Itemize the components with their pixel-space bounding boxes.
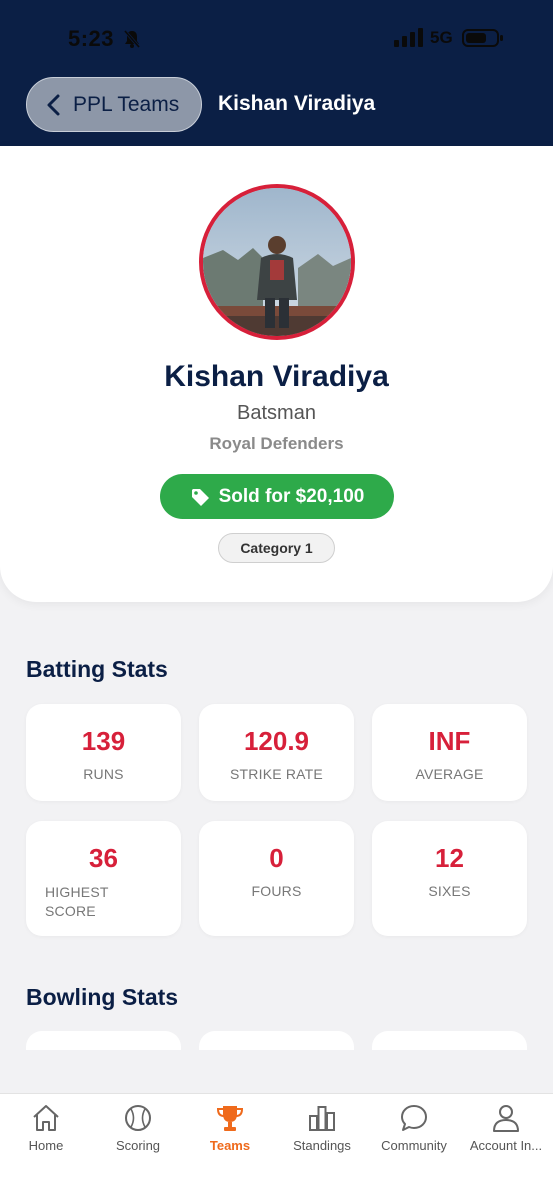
tab-account[interactable]: Account In... <box>460 1102 552 1162</box>
tab-label: Standings <box>293 1138 351 1153</box>
player-team: Royal Defenders <box>209 434 344 453</box>
player-photo <box>203 188 351 336</box>
stat-label: FOURS <box>251 883 302 899</box>
app-header: 5:23 5G PPL Teams Kishan Viradiya <box>0 0 553 146</box>
sold-price-badge: Sold for $20,100 <box>160 474 394 519</box>
back-button-label: PPL Teams <box>73 92 180 116</box>
tab-community[interactable]: Community <box>368 1102 460 1162</box>
trophy-icon <box>216 1106 244 1131</box>
stat-card-fours: 0 FOURS <box>199 821 354 936</box>
tab-label: Home <box>28 1138 64 1153</box>
player-profile-card: Kishan Viradiya Batsman Royal Defenders … <box>0 146 553 602</box>
stat-value: 12 <box>435 843 464 873</box>
price-tag-icon <box>191 488 209 506</box>
tab-teams[interactable]: Teams <box>184 1102 276 1162</box>
bowling-stats-title: Bowling Stats <box>26 984 179 1010</box>
player-name: Kishan Viradiya <box>164 360 389 393</box>
bar-chart-icon <box>309 1106 335 1131</box>
stat-value: 120.9 <box>243 726 310 756</box>
person-icon <box>493 1105 519 1132</box>
stat-label: SIXES <box>428 883 471 899</box>
stat-label: AVERAGE <box>415 766 484 782</box>
tab-label: Scoring <box>115 1138 161 1153</box>
player-role: Batsman <box>237 402 316 424</box>
batting-stats-title: Batting Stats <box>26 656 168 682</box>
player-avatar[interactable] <box>199 184 355 340</box>
stat-card-highest-score: 36 HIGHEST SCORE <box>26 821 181 936</box>
chevron-left-icon <box>47 94 60 115</box>
bottom-tab-bar: Home Scoring Teams Standings Community A… <box>0 1093 553 1200</box>
tab-label: Account In... <box>469 1138 543 1153</box>
stat-value: 0 <box>269 843 284 873</box>
stat-value: 36 <box>89 843 118 873</box>
baseball-icon <box>125 1105 151 1131</box>
bowling-stat-card <box>199 1031 354 1050</box>
stat-card-average: INF AVERAGE <box>372 704 527 801</box>
stat-card-strike-rate: 120.9 STRIKE RATE <box>199 704 354 801</box>
page-title: Kishan Viradiya <box>218 92 376 115</box>
back-button[interactable]: PPL Teams <box>26 77 202 132</box>
network-type: 5G <box>430 28 453 47</box>
stat-label: HIGHEST SCORE <box>45 884 109 919</box>
stat-value: INF <box>428 726 471 756</box>
tab-label: Community <box>381 1138 447 1153</box>
stat-value: 139 <box>81 726 126 756</box>
tab-home[interactable]: Home <box>0 1102 92 1162</box>
category-badge: Category 1 <box>218 533 335 563</box>
tab-label: Teams <box>209 1138 251 1153</box>
stat-label: STRIKE RATE <box>230 766 323 782</box>
sold-price-label: Sold for $20,100 <box>218 485 365 507</box>
battery-icon <box>462 28 504 53</box>
stat-card-sixes: 12 SIXES <box>372 821 527 936</box>
stat-card-runs: 139 RUNS <box>26 704 181 801</box>
bowling-stat-card <box>372 1031 527 1050</box>
chat-bubble-icon <box>401 1105 427 1131</box>
bowling-stat-card <box>26 1031 181 1050</box>
status-time: 5:23 <box>68 26 115 51</box>
bell-muted-icon <box>122 29 142 54</box>
tab-standings[interactable]: Standings <box>276 1102 368 1162</box>
tab-scoring[interactable]: Scoring <box>92 1102 184 1162</box>
scroll-clip-area <box>0 1050 553 1093</box>
status-bar: 5:23 5G <box>0 20 553 56</box>
cellular-signal-icon <box>394 28 424 53</box>
home-icon <box>33 1105 59 1131</box>
stat-label: RUNS <box>83 766 124 782</box>
